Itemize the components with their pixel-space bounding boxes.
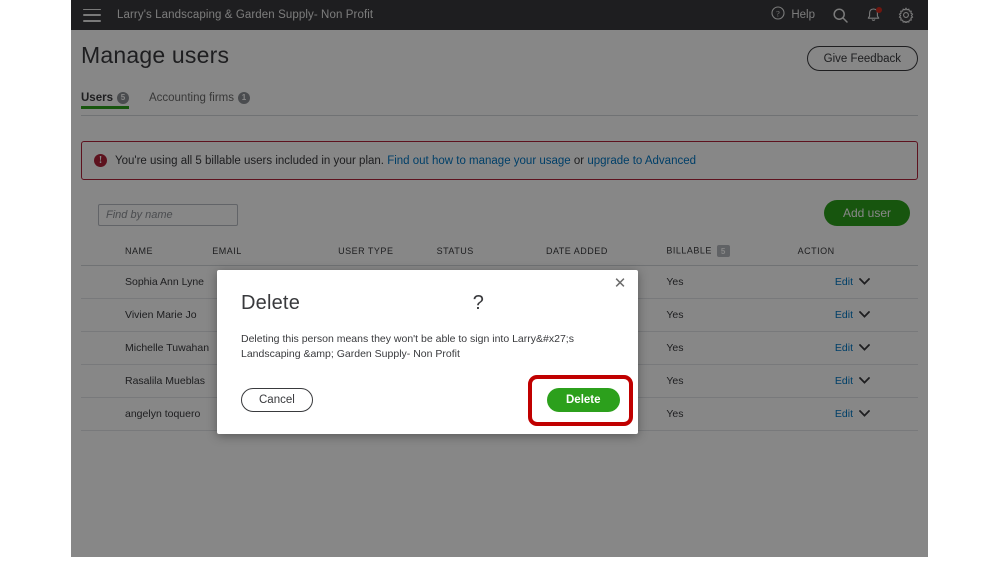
- modal-title: Delete ?: [241, 292, 485, 314]
- delete-user-modal: ✕ Delete ? Deleting this person means th…: [217, 270, 638, 434]
- cancel-button[interactable]: Cancel: [241, 388, 313, 412]
- close-icon[interactable]: ✕: [612, 276, 628, 292]
- app-window: Larry's Landscaping & Garden Supply- Non…: [71, 0, 928, 557]
- modal-body-text: Deleting this person means they won't be…: [241, 333, 574, 360]
- delete-button[interactable]: Delete: [547, 388, 620, 412]
